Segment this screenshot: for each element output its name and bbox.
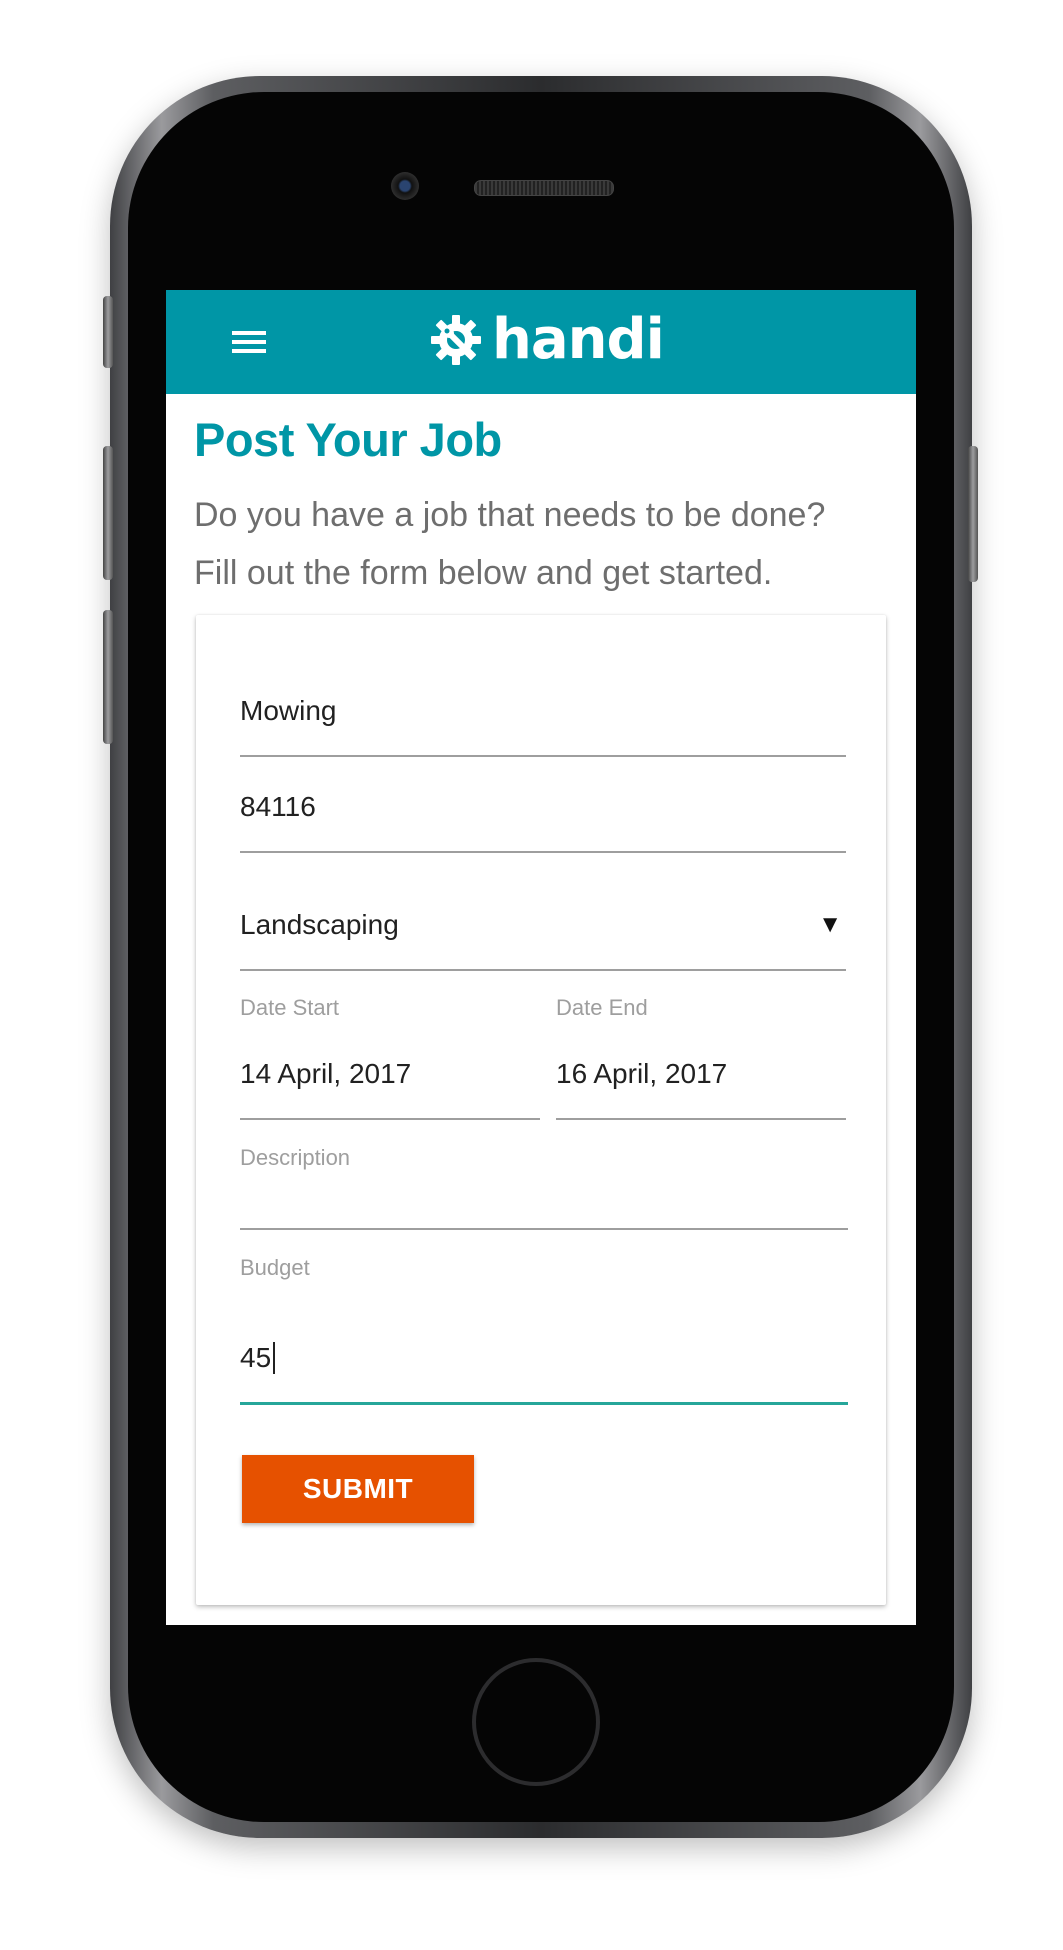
earpiece-speaker: [474, 180, 614, 196]
description-label: Description: [240, 1145, 351, 1170]
power-button: [968, 446, 978, 582]
job-title-field[interactable]: Mowing: [240, 665, 846, 757]
brand-logo[interactable]: handi: [428, 307, 665, 372]
intro-text: Do you have a job that needs to be done?…: [194, 486, 904, 602]
submit-button[interactable]: SUBMIT: [242, 1455, 474, 1523]
description-field[interactable]: Description: [240, 1145, 848, 1230]
home-button[interactable]: [472, 1658, 600, 1786]
volume-down-button: [103, 610, 113, 744]
text-cursor: [273, 1341, 276, 1374]
intro-line: Do you have a job that needs to be done?: [194, 496, 826, 534]
hamburger-menu-icon[interactable]: [232, 331, 266, 355]
date-end-label: Date End: [556, 995, 648, 1020]
date-end-field[interactable]: Date End 16 April, 2017: [556, 995, 846, 1120]
zip-code-value: 84116: [240, 791, 316, 822]
category-selected-value: Landscaping: [240, 909, 399, 940]
brand-name: handi: [492, 307, 665, 372]
date-start-label: Date Start: [240, 995, 340, 1020]
front-camera: [391, 172, 419, 200]
phone-screen: handi Post Your Job Do you have a job th…: [166, 290, 916, 1625]
top-app-bar: handi: [166, 290, 916, 394]
budget-field[interactable]: Budget 45: [240, 1255, 848, 1405]
job-title-value: Mowing: [240, 695, 337, 726]
category-select[interactable]: Landscaping ▼: [240, 853, 846, 971]
job-form-card: Mowing 84116 Landscaping ▼ Date Start 14…: [196, 615, 886, 1605]
budget-value: 45: [240, 1342, 272, 1373]
date-start-value: 14 April, 2017: [240, 1058, 412, 1089]
volume-up-button: [103, 446, 113, 580]
budget-value-wrap: 45: [240, 1341, 276, 1374]
mute-switch: [103, 296, 113, 368]
date-start-field[interactable]: Date Start 14 April, 2017: [240, 995, 540, 1120]
zip-code-field[interactable]: 84116: [240, 757, 846, 853]
dropdown-triangle-icon[interactable]: ▼: [818, 913, 842, 937]
gear-wrench-icon: [431, 315, 481, 365]
page-title: Post Your Job: [194, 413, 502, 466]
date-end-value: 16 April, 2017: [556, 1058, 728, 1089]
intro-line: Fill out the form below and get started.: [194, 554, 773, 592]
budget-label: Budget: [240, 1255, 310, 1280]
